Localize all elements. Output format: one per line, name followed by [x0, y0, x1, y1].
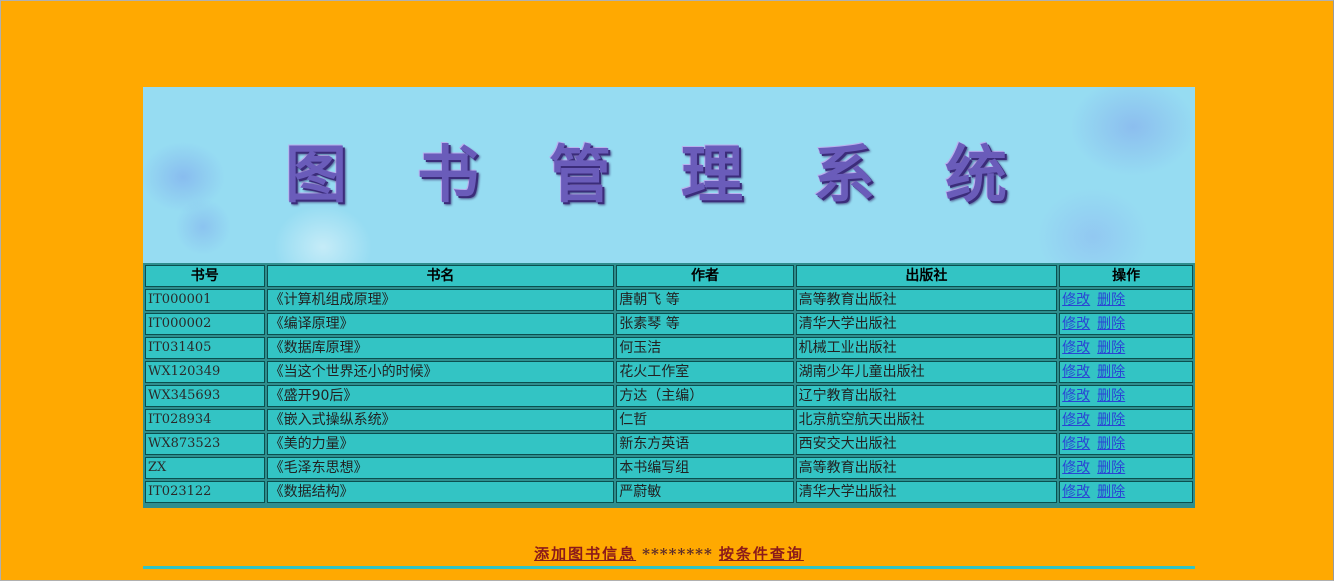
book-actions-cell: 修改 删除	[1059, 337, 1193, 359]
book-title-cell: 《当这个世界还小的时候》	[266, 361, 615, 383]
book-actions-cell: 修改 删除	[1059, 289, 1193, 311]
table-row: WX345693 《盛开90后》 方达（主编） 辽宁教育出版社 修改 删除	[145, 385, 1193, 407]
book-code-cell: IT023122	[145, 481, 265, 503]
books-table-container: 书号 书名 作者 出版社 操作 IT000001 《计算机组成原理》 唐朝飞 等…	[143, 263, 1195, 508]
column-header-title: 书名	[266, 265, 615, 287]
table-row: ZX 《毛泽东思想》 本书编写组 高等教育出版社 修改 删除	[145, 457, 1193, 479]
book-publisher-cell: 机械工业出版社	[795, 337, 1058, 359]
delete-link[interactable]: 删除	[1097, 460, 1125, 476]
book-title-cell: 《计算机组成原理》	[266, 289, 615, 311]
delete-link[interactable]: 删除	[1097, 436, 1125, 452]
book-code-cell: IT000001	[145, 289, 265, 311]
table-row: IT023122 《数据结构》 严蔚敏 清华大学出版社 修改 删除	[145, 481, 1193, 503]
book-title-cell: 《美的力量》	[266, 433, 615, 455]
table-row: IT000001 《计算机组成原理》 唐朝飞 等 高等教育出版社 修改 删除	[145, 289, 1193, 311]
edit-link[interactable]: 修改	[1062, 436, 1090, 452]
bottom-divider	[143, 566, 1195, 569]
book-title-cell: 《数据库原理》	[266, 337, 615, 359]
book-publisher-cell: 高等教育出版社	[795, 289, 1058, 311]
edit-link[interactable]: 修改	[1062, 460, 1090, 476]
book-author-cell: 花火工作室	[616, 361, 794, 383]
table-row: IT028934 《嵌入式操纵系统》 仁哲 北京航空航天出版社 修改 删除	[145, 409, 1193, 431]
delete-link[interactable]: 删除	[1097, 364, 1125, 380]
book-publisher-cell: 湖南少年儿童出版社	[795, 361, 1058, 383]
book-code-cell: WX120349	[145, 361, 265, 383]
book-code-cell: ZX	[145, 457, 265, 479]
table-header-row: 书号 书名 作者 出版社 操作	[145, 265, 1193, 287]
banner-title: 图书管理系统	[285, 138, 1078, 211]
book-actions-cell: 修改 删除	[1059, 433, 1193, 455]
book-title-cell: 《嵌入式操纵系统》	[266, 409, 615, 431]
book-title-cell: 《盛开90后》	[266, 385, 615, 407]
book-author-cell: 何玉洁	[616, 337, 794, 359]
book-code-cell: WX873523	[145, 433, 265, 455]
delete-link[interactable]: 删除	[1097, 292, 1125, 308]
footer-separator: ********	[642, 545, 713, 563]
book-code-cell: IT031405	[145, 337, 265, 359]
book-publisher-cell: 西安交大出版社	[795, 433, 1058, 455]
edit-link[interactable]: 修改	[1062, 340, 1090, 356]
book-author-cell: 本书编写组	[616, 457, 794, 479]
column-header-publisher: 出版社	[795, 265, 1058, 287]
add-book-link[interactable]: 添加图书信息	[534, 545, 636, 563]
book-author-cell: 唐朝飞 等	[616, 289, 794, 311]
book-publisher-cell: 高等教育出版社	[795, 457, 1058, 479]
book-publisher-cell: 清华大学出版社	[795, 313, 1058, 335]
column-header-actions: 操作	[1059, 265, 1193, 287]
delete-link[interactable]: 删除	[1097, 388, 1125, 404]
book-actions-cell: 修改 删除	[1059, 385, 1193, 407]
book-actions-cell: 修改 删除	[1059, 313, 1193, 335]
book-title-cell: 《编译原理》	[266, 313, 615, 335]
book-actions-cell: 修改 删除	[1059, 361, 1193, 383]
table-row: IT031405 《数据库原理》 何玉洁 机械工业出版社 修改 删除	[145, 337, 1193, 359]
edit-link[interactable]: 修改	[1062, 388, 1090, 404]
delete-link[interactable]: 删除	[1097, 316, 1125, 332]
column-header-author: 作者	[616, 265, 794, 287]
edit-link[interactable]: 修改	[1062, 316, 1090, 332]
conditional-query-link[interactable]: 按条件查询	[719, 545, 804, 563]
books-table: 书号 书名 作者 出版社 操作 IT000001 《计算机组成原理》 唐朝飞 等…	[143, 263, 1195, 505]
table-row: WX873523 《美的力量》 新东方英语 西安交大出版社 修改 删除	[145, 433, 1193, 455]
delete-link[interactable]: 删除	[1097, 340, 1125, 356]
header-banner: 图书管理系统	[143, 87, 1195, 264]
delete-link[interactable]: 删除	[1097, 484, 1125, 500]
delete-link[interactable]: 删除	[1097, 412, 1125, 428]
footer-links: 添加图书信息 ******** 按条件查询	[143, 543, 1195, 567]
book-code-cell: IT028934	[145, 409, 265, 431]
book-author-cell: 张素琴 等	[616, 313, 794, 335]
book-title-cell: 《数据结构》	[266, 481, 615, 503]
edit-link[interactable]: 修改	[1062, 484, 1090, 500]
book-actions-cell: 修改 删除	[1059, 481, 1193, 503]
book-actions-cell: 修改 删除	[1059, 409, 1193, 431]
column-header-code: 书号	[145, 265, 265, 287]
book-author-cell: 仁哲	[616, 409, 794, 431]
book-publisher-cell: 清华大学出版社	[795, 481, 1058, 503]
book-title-cell: 《毛泽东思想》	[266, 457, 615, 479]
edit-link[interactable]: 修改	[1062, 412, 1090, 428]
book-publisher-cell: 辽宁教育出版社	[795, 385, 1058, 407]
book-publisher-cell: 北京航空航天出版社	[795, 409, 1058, 431]
table-row: IT000002 《编译原理》 张素琴 等 清华大学出版社 修改 删除	[145, 313, 1193, 335]
book-code-cell: IT000002	[145, 313, 265, 335]
book-author-cell: 严蔚敏	[616, 481, 794, 503]
edit-link[interactable]: 修改	[1062, 292, 1090, 308]
table-row: WX120349 《当这个世界还小的时候》 花火工作室 湖南少年儿童出版社 修改…	[145, 361, 1193, 383]
book-actions-cell: 修改 删除	[1059, 457, 1193, 479]
book-author-cell: 新东方英语	[616, 433, 794, 455]
book-code-cell: WX345693	[145, 385, 265, 407]
edit-link[interactable]: 修改	[1062, 364, 1090, 380]
book-author-cell: 方达（主编）	[616, 385, 794, 407]
